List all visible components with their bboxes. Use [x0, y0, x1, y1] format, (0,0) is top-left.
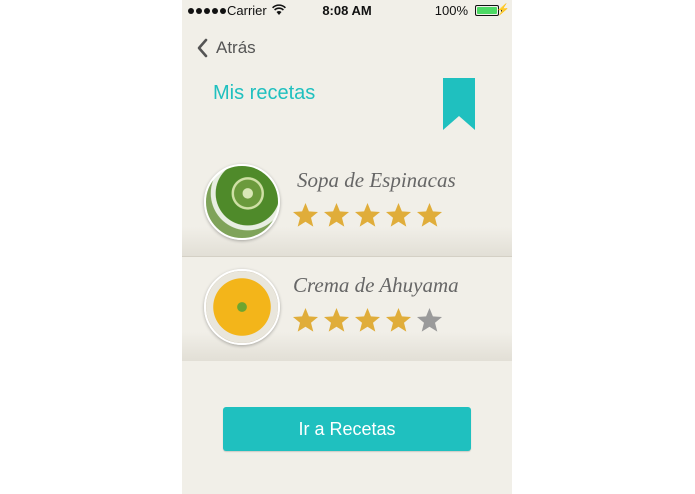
pumpkin-cream-image — [204, 269, 280, 345]
star-empty-icon — [417, 308, 442, 332]
rating-stars — [292, 202, 443, 229]
spinach-soup-image — [204, 164, 280, 240]
star-filled-icon — [386, 308, 411, 332]
back-label: Atrás — [216, 38, 256, 57]
star-filled-icon — [293, 203, 318, 227]
go-to-recipes-button[interactable]: Ir a Recetas — [223, 407, 471, 451]
star-filled-icon — [355, 308, 380, 332]
status-bar: Carrier 8:08 AM 100% ⚡ — [182, 0, 512, 22]
star-filled-icon — [293, 308, 318, 332]
star-filled-icon — [355, 203, 380, 227]
star-filled-icon — [417, 203, 442, 227]
rating-stars — [292, 307, 443, 334]
battery-percent: 100% — [434, 3, 468, 18]
recipe-name: Crema de Ahuyama — [293, 273, 459, 297]
recipe-row[interactable]: Sopa de Espinacas — [182, 152, 512, 256]
recipe-row[interactable]: Crema de Ahuyama — [182, 256, 512, 361]
recipe-name: Sopa de Espinacas — [297, 168, 456, 192]
phone-screen: Carrier 8:08 AM 100% ⚡ Atrás Mis recetas… — [182, 0, 512, 494]
charging-icon: ⚡ — [496, 4, 510, 16]
star-filled-icon — [324, 308, 349, 332]
page-title: Mis recetas — [213, 82, 316, 104]
chevron-left-icon — [197, 38, 208, 58]
bookmark-icon[interactable] — [443, 78, 475, 130]
star-filled-icon — [386, 203, 411, 227]
battery-fill — [477, 7, 497, 14]
star-filled-icon — [324, 203, 349, 227]
back-button[interactable]: Atrás — [194, 36, 256, 60]
